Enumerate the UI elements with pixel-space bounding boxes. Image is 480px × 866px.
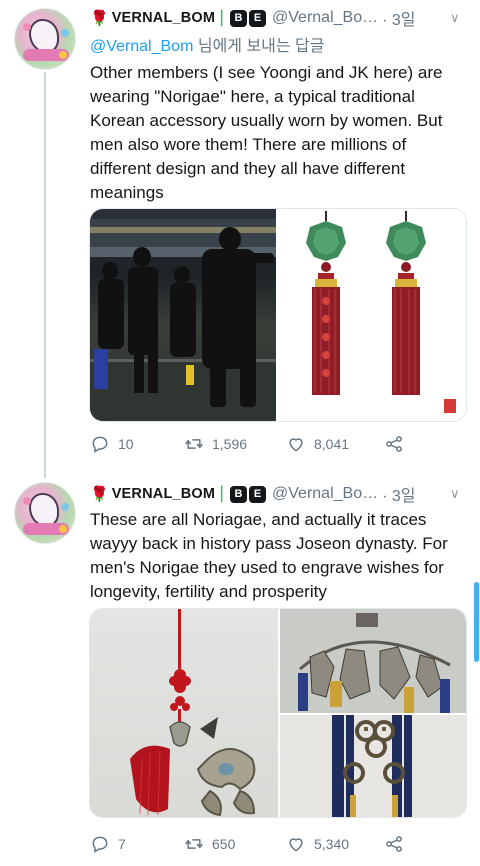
heart-icon — [289, 838, 303, 852]
badge-b: B — [230, 485, 248, 503]
reply-suffix: 님에게 보내는 답글 — [193, 38, 325, 55]
tweet-media[interactable] — [89, 608, 467, 818]
tweet-header: 🌹 VERNAL_BOM ᛁ B E @Vernal_Bo… · 3일 — [90, 482, 416, 506]
badge-e: E — [249, 9, 267, 27]
retweet-icon — [185, 839, 203, 849]
share-button[interactable] — [384, 432, 404, 456]
badge-b: B — [230, 9, 248, 27]
user-handle[interactable]: @Vernal_Bo… — [272, 485, 378, 503]
reply-count: 10 — [118, 436, 134, 452]
share-icon — [386, 436, 402, 452]
display-name[interactable]: VERNAL_BOM — [112, 10, 216, 26]
reply-button[interactable]: 10 — [90, 432, 134, 456]
tweet-text: These are all Noriagae, and actually it … — [90, 510, 448, 601]
reply-mention[interactable]: @Vernal_Bom — [90, 38, 193, 55]
media-photo-silver-norigae[interactable] — [280, 609, 466, 713]
tweet-header: 🌹 VERNAL_BOM ᛁ B E @Vernal_Bo… · 3일 — [90, 6, 416, 30]
tweet-1[interactable]: 🌹 VERNAL_BOM ᛁ B E @Vernal_Bo… · 3일 ∨ @V… — [0, 0, 480, 474]
media-photo-performers[interactable] — [90, 209, 276, 421]
reply-icon — [92, 836, 108, 853]
tweet-actions: 7 650 5,340 — [90, 832, 430, 856]
badge-e: E — [249, 485, 267, 503]
chevron-down-icon[interactable]: ∨ — [450, 10, 460, 26]
scrollbar-thumb[interactable] — [474, 582, 479, 662]
avatar[interactable] — [14, 482, 76, 544]
like-count: 5,340 — [314, 836, 350, 852]
retweet-count: 1,596 — [212, 436, 248, 452]
media-photo-norigae[interactable] — [278, 209, 466, 421]
tweet-time[interactable]: · 3일 — [382, 482, 415, 506]
retweet-button[interactable]: 1,596 — [184, 432, 247, 456]
retweet-icon — [185, 439, 203, 449]
retweet-button[interactable]: 650 — [184, 832, 235, 856]
rose-icon: 🌹 — [90, 486, 109, 503]
reply-button[interactable]: 7 — [90, 832, 126, 856]
like-button[interactable]: 5,340 — [286, 832, 349, 856]
like-button[interactable]: 8,041 — [286, 432, 349, 456]
reply-icon — [92, 436, 108, 453]
tweet-actions: 10 1,596 8,041 — [90, 432, 430, 456]
retweet-count: 650 — [212, 836, 236, 852]
media-photo-coin-norigae[interactable] — [280, 715, 466, 817]
media-photo-butterfly-norigae[interactable] — [90, 609, 278, 817]
tweet-time[interactable]: · 3일 — [382, 6, 415, 30]
like-count: 8,041 — [314, 436, 350, 452]
share-button[interactable] — [384, 832, 404, 856]
chevron-down-icon[interactable]: ∨ — [450, 486, 460, 502]
rose-icon: 🌹 — [90, 10, 109, 27]
reply-context: @Vernal_Bom 님에게 보내는 답글 — [90, 32, 325, 56]
hook-icon: ᛁ — [216, 7, 228, 28]
share-icon — [386, 836, 402, 852]
avatar[interactable] — [14, 8, 76, 70]
heart-icon — [289, 438, 303, 452]
tweet-media[interactable] — [89, 208, 467, 422]
thread-line-top — [44, 474, 46, 478]
thread-line — [44, 72, 46, 474]
tweet-text: Other members (I see Yoongi and JK here)… — [90, 63, 443, 202]
tweet-2[interactable]: 🌹 VERNAL_BOM ᛁ B E @Vernal_Bo… · 3일 ∨ Th… — [0, 474, 480, 866]
hook-icon: ᛁ — [216, 483, 228, 504]
user-handle[interactable]: @Vernal_Bo… — [272, 9, 378, 27]
reply-count: 7 — [118, 836, 126, 852]
display-name[interactable]: VERNAL_BOM — [112, 486, 216, 502]
